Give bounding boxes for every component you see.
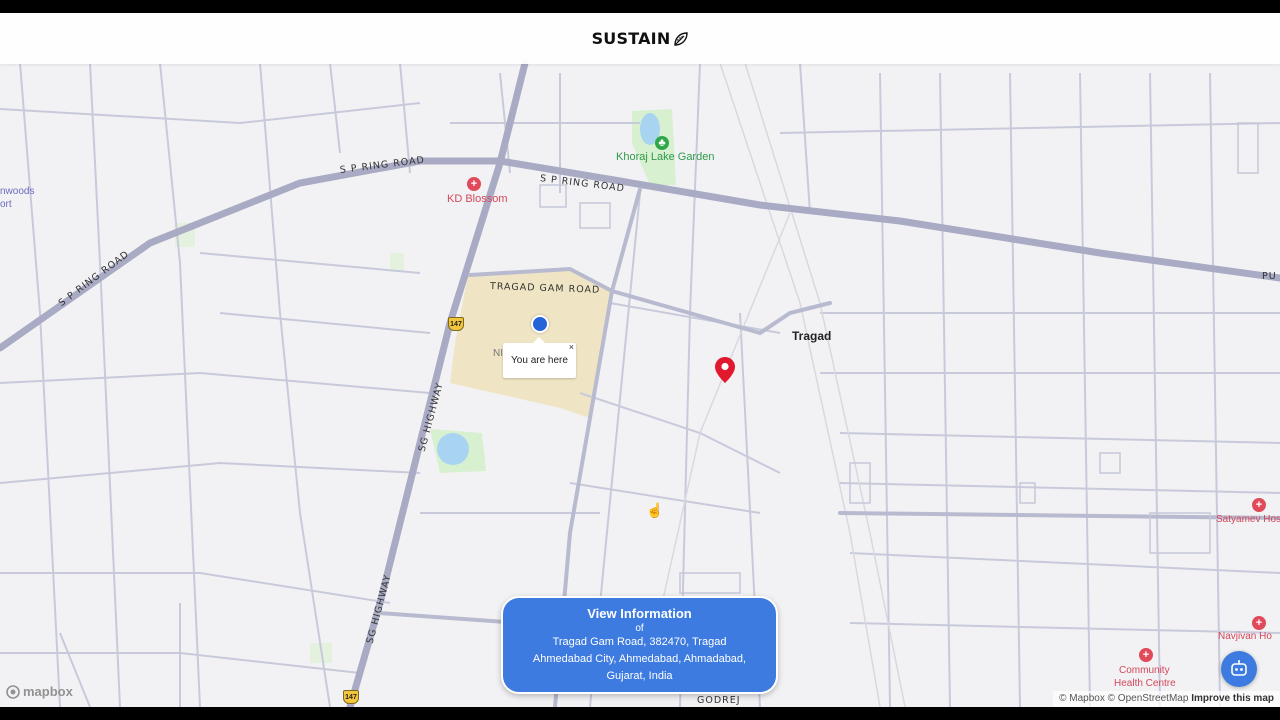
- robot-icon: [1231, 660, 1247, 676]
- place-label-tragad[interactable]: Tragad: [792, 329, 831, 343]
- chatbot-button[interactable]: [1221, 651, 1257, 687]
- app-header: SUSTAIN: [0, 13, 1280, 64]
- park-small-2: [390, 253, 404, 271]
- info-card-of: of: [635, 623, 644, 634]
- map-frame[interactable]: S P RING ROAD S P RING ROAD S P RING ROA…: [0, 13, 1280, 707]
- popup-text: You are here: [511, 355, 568, 366]
- info-card-title: View Information: [587, 606, 692, 621]
- highway-shield-upper: 147: [448, 317, 464, 331]
- place-label-left-bottom: ort: [0, 199, 12, 210]
- info-card-address: Tragad Gam Road, 382470, Tragad Ahmedaba…: [503, 634, 776, 685]
- place-label-community-2[interactable]: Health Centre: [1114, 678, 1176, 689]
- attribution-mapbox[interactable]: © Mapbox: [1059, 693, 1105, 704]
- destination-marker-icon[interactable]: [715, 357, 735, 383]
- highway-shield-lower: 147: [343, 690, 359, 704]
- hospital-icon-navjivan[interactable]: +: [1252, 616, 1266, 630]
- attribution-improve[interactable]: Improve this map: [1191, 693, 1274, 704]
- you-are-here-popup: × You are here: [503, 337, 576, 378]
- hospital-icon-community[interactable]: +: [1139, 648, 1153, 662]
- place-label-community-1[interactable]: Community: [1119, 665, 1170, 676]
- brand-text: SUSTAIN: [591, 29, 671, 48]
- hospital-icon-satyamev[interactable]: +: [1252, 498, 1266, 512]
- place-label-khoraj[interactable]: Khoraj Lake Garden: [616, 151, 714, 163]
- place-label-satyamev[interactable]: Satyamev Hos: [1216, 514, 1280, 525]
- lake-south: [437, 433, 469, 465]
- shield-lower-label: 147: [345, 693, 357, 701]
- place-label-ni: NI: [493, 348, 503, 359]
- popup-tip: [533, 337, 545, 343]
- hospital-icon-kd[interactable]: +: [467, 177, 481, 191]
- map-attribution: © Mapbox © OpenStreetMap Improve this ma…: [1053, 691, 1280, 707]
- place-label-left-top: nwoods: [0, 186, 35, 197]
- address-line-2: Ahmedabad City, Ahmedabad, Ahmadabad,: [532, 653, 747, 665]
- place-label-kd-blossom[interactable]: KD Blossom: [447, 193, 508, 205]
- place-label-navjivan[interactable]: Navjivan Ho: [1218, 631, 1272, 642]
- popup-close-button[interactable]: ×: [569, 342, 574, 352]
- user-location-marker[interactable]: [531, 315, 549, 333]
- road-label-right-edge: PU: [1262, 271, 1277, 282]
- view-information-card[interactable]: View Information of Tragad Gam Road, 382…: [501, 596, 778, 694]
- park-icon[interactable]: ♣: [655, 136, 669, 150]
- mapbox-mark-icon: [6, 684, 20, 699]
- pointer-cursor-icon: ☝: [646, 502, 664, 518]
- road-label-bottom: GODREJ: [697, 695, 741, 706]
- address-line-3: Gujarat, India: [606, 670, 673, 682]
- mapbox-logo-text: mapbox: [23, 684, 73, 699]
- brand-title[interactable]: SUSTAIN: [592, 29, 689, 48]
- shield-upper-label: 147: [450, 320, 462, 328]
- address-line-1: Tragad Gam Road, 382470, Tragad: [552, 636, 727, 648]
- attribution-osm[interactable]: © OpenStreetMap: [1108, 693, 1189, 704]
- mapbox-logo[interactable]: mapbox: [6, 684, 73, 699]
- leaf-icon: [674, 31, 689, 46]
